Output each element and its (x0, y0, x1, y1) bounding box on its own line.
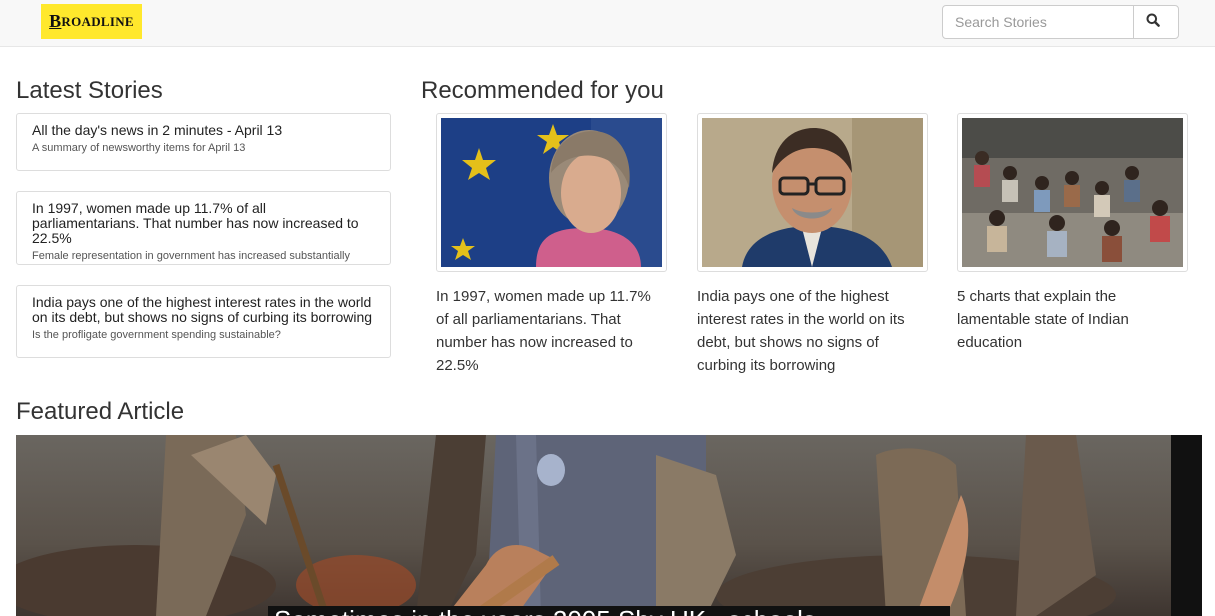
latest-story-card[interactable]: In 1997, women made up 11.7% of all parl… (16, 191, 391, 265)
recommended-item: 5 charts that explain the lamentable sta… (957, 113, 1188, 354)
logo-initial: B (49, 11, 62, 31)
latest-story-title: In 1997, women made up 11.7% of all parl… (32, 200, 359, 246)
featured-article-title[interactable]: Sometimes in the years 2005 Shy UK...sch… (268, 606, 950, 616)
latest-story-card[interactable]: India pays one of the highest interest r… (16, 285, 391, 358)
recommended-heading: Recommended for you (421, 77, 664, 104)
recommended-caption[interactable]: India pays one of the highest interest r… (697, 285, 928, 377)
latest-story-summary: Female representation in government has … (32, 250, 350, 262)
recommended-thumbnail[interactable] (436, 113, 667, 272)
top-navbar: B ROADLINE (0, 0, 1215, 47)
search-input[interactable] (943, 6, 1133, 38)
featured-article-banner[interactable]: Sometimes in the years 2005 Shy UK...sch… (16, 435, 1202, 616)
recommended-thumbnail[interactable] (957, 113, 1188, 272)
latest-stories-heading: Latest Stories (16, 77, 163, 104)
search-button[interactable] (1133, 6, 1172, 38)
classroom-photo (962, 118, 1183, 267)
recommended-caption[interactable]: In 1997, women made up 11.7% of all parl… (436, 285, 667, 377)
latest-story-title: India pays one of the highest interest r… (32, 294, 373, 325)
portrait-photo (702, 118, 923, 267)
logo-text: ROADLINE (61, 13, 134, 29)
broadline-logo[interactable]: B ROADLINE (41, 4, 142, 39)
featured-photo (16, 435, 1202, 616)
recommended-thumbnail[interactable] (697, 113, 928, 272)
latest-story-summary: Is the profligate government spending su… (32, 329, 281, 341)
recommended-caption[interactable]: 5 charts that explain the lamentable sta… (957, 285, 1188, 354)
portrait-photo (441, 118, 662, 267)
recommended-item: India pays one of the highest interest r… (697, 113, 928, 377)
latest-story-summary: A summary of newsworthy items for April … (32, 142, 246, 154)
latest-story-card[interactable]: All the day's news in 2 minutes - April … (16, 113, 391, 171)
latest-story-title: All the day's news in 2 minutes - April … (32, 122, 283, 138)
recommended-item: In 1997, women made up 11.7% of all parl… (436, 113, 667, 377)
search-icon (1146, 13, 1160, 32)
featured-article-heading: Featured Article (16, 398, 185, 425)
search-form (942, 5, 1179, 39)
